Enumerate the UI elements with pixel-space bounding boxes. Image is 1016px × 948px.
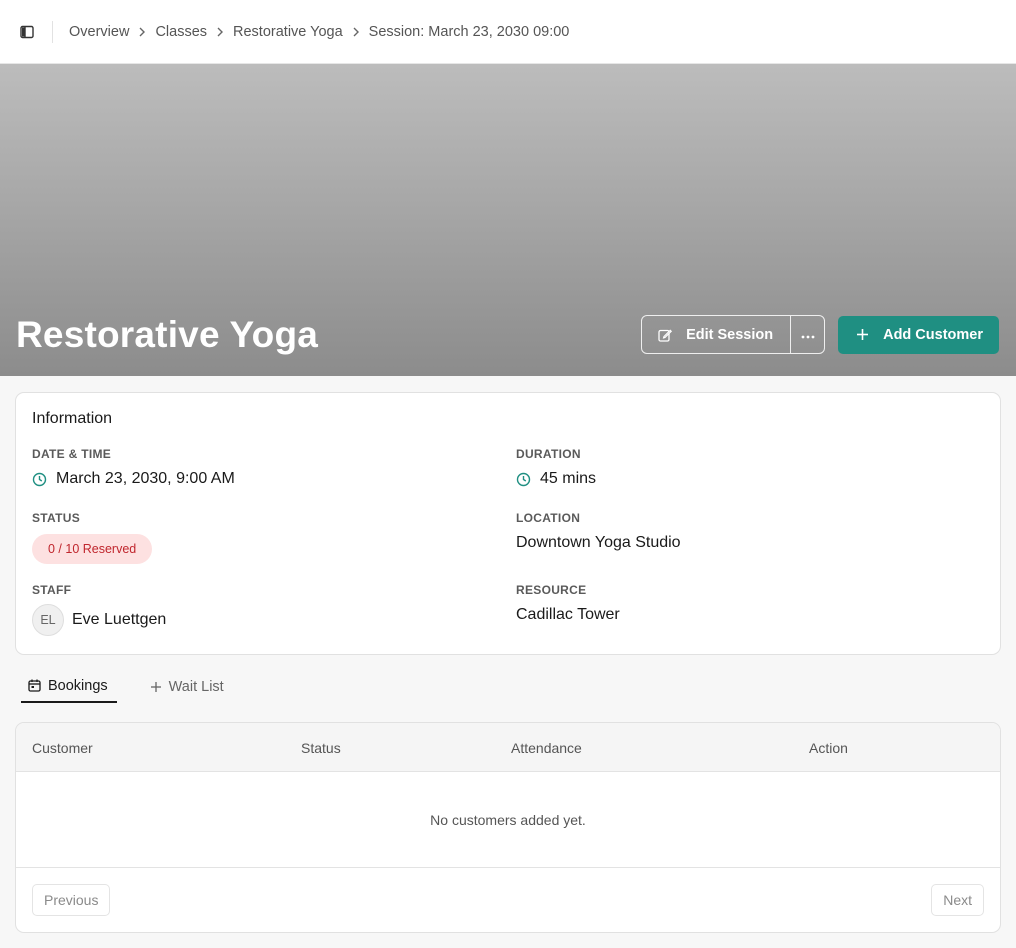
- calendar-icon: [28, 679, 41, 692]
- tab-bookings-label: Bookings: [48, 677, 108, 694]
- column-status: Status: [301, 740, 341, 756]
- duration-field: DURATION 45 mins: [516, 447, 596, 488]
- status-badge: 0 / 10 Reserved: [32, 534, 153, 564]
- status-label: STATUS: [32, 511, 81, 525]
- breadcrumb-classes[interactable]: Classes: [155, 24, 207, 40]
- edit-session-button[interactable]: Edit Session: [642, 316, 792, 353]
- status-field: STATUS 0 / 10 Reserved: [32, 511, 153, 564]
- pencil-icon: [658, 328, 673, 342]
- duration-value: 45 mins: [540, 470, 597, 487]
- hero-banner: Restorative Yoga Edit Session Add Custom…: [0, 64, 1016, 376]
- chevron-right-icon: [216, 27, 224, 37]
- staff-name[interactable]: Eve Luettgen: [72, 611, 166, 629]
- date-time-label: DATE & TIME: [32, 447, 112, 461]
- sidebar-toggle-icon[interactable]: [16, 21, 38, 43]
- plus-icon: [856, 328, 869, 341]
- breadcrumb-class[interactable]: Restorative Yoga: [233, 24, 343, 40]
- date-time-value: March 23, 2030, 9:00 AM: [56, 470, 235, 487]
- clock-icon: [516, 472, 531, 487]
- date-time-field: DATE & TIME March 23, 2030, 9:00 AM: [32, 447, 235, 488]
- edit-session-label: Edit Session: [686, 326, 774, 343]
- chevron-right-icon: [138, 27, 146, 37]
- resource-field: RESOURCE Cadillac Tower: [516, 583, 620, 624]
- pagination: Previous Next: [16, 868, 1000, 932]
- bookings-table: Customer Status Attendance Action No cus…: [15, 722, 1001, 933]
- edit-button-group: Edit Session: [641, 315, 826, 354]
- chevron-right-icon: [352, 27, 360, 37]
- top-bar: Overview Classes Restorative Yoga Sessio…: [0, 0, 1016, 64]
- ellipsis-icon: [801, 326, 815, 344]
- add-customer-button[interactable]: Add Customer: [838, 315, 999, 354]
- tabs: Bookings Wait List: [21, 670, 259, 703]
- resource-value: Cadillac Tower: [516, 606, 620, 623]
- page-title: Restorative Yoga: [16, 314, 319, 355]
- breadcrumb-session: Session: March 23, 2030 09:00: [368, 23, 570, 40]
- plus-icon: [150, 681, 162, 693]
- duration-row: 45 mins: [516, 470, 596, 488]
- date-time-row: March 23, 2030, 9:00 AM: [32, 470, 235, 488]
- breadcrumb: Overview Classes Restorative Yoga Sessio…: [69, 24, 569, 40]
- tab-wait-list[interactable]: Wait List: [143, 670, 233, 703]
- duration-label: DURATION: [516, 447, 581, 461]
- clock-icon: [32, 472, 47, 487]
- location-value: Downtown Yoga Studio: [516, 534, 681, 551]
- empty-state: No customers added yet.: [16, 772, 1000, 868]
- location-field: LOCATION Downtown Yoga Studio: [516, 511, 681, 552]
- previous-button[interactable]: Previous: [32, 884, 111, 916]
- column-attendance: Attendance: [511, 740, 582, 756]
- topbar-divider: [52, 20, 53, 43]
- column-customer: Customer: [32, 740, 93, 756]
- information-card: Information DATE & TIME March 23, 2030, …: [15, 392, 1001, 655]
- tab-bookings[interactable]: Bookings: [21, 670, 117, 703]
- location-label: LOCATION: [516, 511, 581, 525]
- column-action: Action: [809, 740, 848, 756]
- tab-wait-list-label: Wait List: [168, 678, 224, 695]
- staff-label: STAFF: [32, 583, 72, 597]
- add-customer-label: Add Customer: [883, 326, 983, 343]
- next-button[interactable]: Next: [931, 884, 984, 916]
- more-options-button[interactable]: [791, 316, 824, 353]
- information-heading: Information: [32, 410, 113, 427]
- breadcrumb-overview[interactable]: Overview: [69, 24, 129, 40]
- resource-label: RESOURCE: [516, 583, 587, 597]
- hero-actions: Edit Session Add Customer: [641, 315, 999, 354]
- staff-field: STAFF EL Eve Luettgen: [32, 583, 166, 636]
- staff-row: EL Eve Luettgen: [32, 604, 166, 636]
- avatar: EL: [32, 604, 64, 636]
- table-header: Customer Status Attendance Action: [16, 723, 1000, 772]
